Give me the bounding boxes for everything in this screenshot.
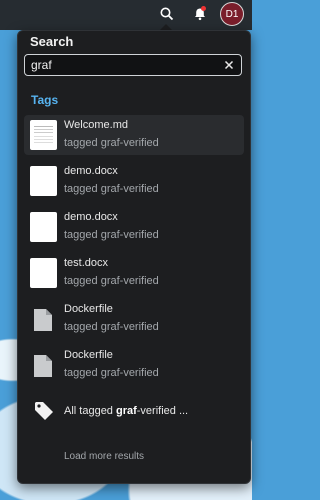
avatar[interactable]: D1 <box>220 2 244 26</box>
top-bar <box>0 0 252 30</box>
result-subtitle: tagged graf-verified <box>64 367 159 379</box>
search-icon[interactable] <box>157 4 177 24</box>
result-item[interactable]: demo.docx tagged graf-verified <box>24 207 244 247</box>
result-subtitle: tagged graf-verified <box>64 275 159 287</box>
result-item[interactable]: demo.docx tagged graf-verified <box>24 161 244 201</box>
close-icon[interactable] <box>221 57 237 73</box>
blank-thumbnail <box>30 258 57 288</box>
load-more-link[interactable]: Load more results <box>64 451 144 462</box>
result-name: demo.docx <box>64 211 118 223</box>
search-panel: Search Tags Welcome.md tagged graf-verif… <box>17 30 251 484</box>
search-box[interactable] <box>24 54 242 76</box>
doc-thumbnail <box>30 120 57 150</box>
all-tagged-item[interactable]: All tagged graf-verified ... <box>24 391 244 431</box>
file-icon <box>34 309 52 331</box>
all-tagged-label: All tagged graf-verified ... <box>64 405 189 417</box>
file-icon <box>34 355 52 377</box>
result-subtitle: tagged graf-verified <box>64 321 159 333</box>
result-item[interactable]: test.docx tagged graf-verified <box>24 253 244 293</box>
panel-title: Search <box>30 34 74 49</box>
result-name: Dockerfile <box>64 349 113 361</box>
result-name: Dockerfile <box>64 303 113 315</box>
notification-badge <box>201 6 206 11</box>
result-item[interactable]: Welcome.md tagged graf-verified <box>24 115 244 155</box>
search-input[interactable] <box>31 57 211 73</box>
blank-thumbnail <box>30 166 57 196</box>
result-name: demo.docx <box>64 165 118 177</box>
result-subtitle: tagged graf-verified <box>64 229 159 241</box>
result-name: Welcome.md <box>64 119 128 131</box>
result-item[interactable]: Dockerfile tagged graf-verified <box>24 299 244 339</box>
result-name: test.docx <box>64 257 109 269</box>
result-subtitle: tagged graf-verified <box>64 137 159 149</box>
blank-thumbnail <box>30 212 57 242</box>
bell-icon[interactable] <box>190 4 210 24</box>
result-item[interactable]: Dockerfile tagged graf-verified <box>24 345 244 385</box>
section-title-tags: Tags <box>31 93 59 107</box>
result-subtitle: tagged graf-verified <box>64 183 159 195</box>
tag-icon <box>35 402 53 420</box>
